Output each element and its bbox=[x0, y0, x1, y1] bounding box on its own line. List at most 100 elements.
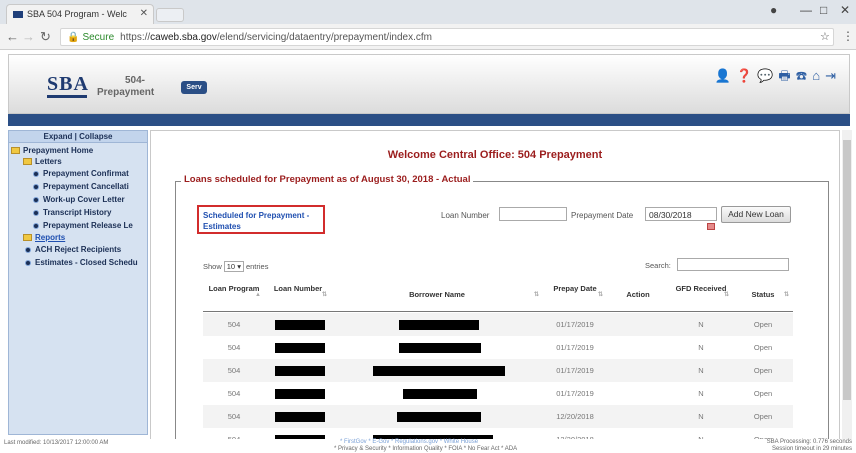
add-new-loan-button[interactable]: Add New Loan bbox=[721, 206, 791, 223]
redacted-loan-number bbox=[275, 320, 325, 330]
redacted-loan-number bbox=[275, 389, 325, 399]
minimize-icon[interactable]: — bbox=[800, 3, 812, 17]
table-row[interactable]: 504 01/17/2019 N Open bbox=[203, 359, 793, 382]
cell-status: Open bbox=[753, 320, 773, 329]
browser-tab-bar: SBA 504 Program - Welc ✕ ● — □ ✕ bbox=[0, 0, 856, 24]
tree-item-reports[interactable]: Reports bbox=[9, 232, 147, 243]
maximize-icon[interactable]: □ bbox=[820, 3, 827, 17]
header-icon-bar: 👤❓💬🖶☎⌂⇥ bbox=[715, 67, 841, 89]
close-window-icon[interactable]: ✕ bbox=[840, 3, 850, 17]
cell-program: 504 bbox=[227, 412, 241, 421]
tree-item-transcript-history[interactable]: Transcript History bbox=[9, 206, 147, 219]
tree-item-letters[interactable]: Letters bbox=[9, 156, 147, 167]
chat-icon[interactable]: 💬 bbox=[757, 68, 778, 83]
scheduled-estimates-link[interactable]: Scheduled for Prepayment - Estimates bbox=[197, 205, 325, 234]
bullet-icon bbox=[33, 209, 39, 216]
tree-item-work-up-cover-letter[interactable]: Work-up Cover Letter bbox=[9, 193, 147, 206]
phone-icon[interactable]: ☎ bbox=[796, 68, 813, 83]
serv-button[interactable]: Serv bbox=[181, 81, 207, 94]
column-header-borrower-name[interactable]: Borrower Name ⇅ bbox=[331, 278, 543, 312]
loan-number-input[interactable] bbox=[499, 207, 567, 221]
header-bar bbox=[8, 114, 850, 126]
navigation-tree: Expand | Collapse Prepayment Home Letter… bbox=[8, 130, 148, 435]
entries-select-value: 10 bbox=[226, 262, 236, 271]
cell-gfd: N bbox=[698, 366, 704, 375]
expand-link[interactable]: Expand bbox=[44, 132, 73, 141]
table-row[interactable]: 504 01/17/2019 N Open bbox=[203, 382, 793, 405]
footer-links-bottom[interactable]: * Privacy & Security * Information Quali… bbox=[334, 446, 517, 452]
tree-label: Prepayment Confirmat bbox=[43, 169, 129, 178]
url-field[interactable]: 🔒 Secure https://caweb.sba.gov/elend/servi… bbox=[60, 28, 834, 46]
forward-icon[interactable]: → bbox=[22, 29, 35, 44]
tree-item-prepayment-home[interactable]: Prepayment Home bbox=[9, 145, 147, 156]
sort-icon: ▲ bbox=[255, 292, 261, 298]
new-tab-button[interactable] bbox=[156, 8, 184, 22]
tree-item-prepayment-confirmation[interactable]: Prepayment Confirmat bbox=[9, 167, 147, 180]
tree-expand-collapse: Expand | Collapse bbox=[9, 131, 147, 143]
column-header-status[interactable]: Status ⇅ bbox=[733, 278, 793, 312]
print-icon[interactable]: 🖶 bbox=[778, 68, 795, 83]
bullet-icon bbox=[33, 196, 39, 203]
entries-select[interactable]: 10 ▾ bbox=[223, 261, 244, 272]
column-label: Status bbox=[751, 290, 775, 299]
browser-tab[interactable]: SBA 504 Program - Welc ✕ bbox=[6, 4, 154, 24]
column-header-gfd-received[interactable]: GFD Received ⇅ bbox=[669, 278, 733, 312]
cell-prepay-date: 01/17/2019 bbox=[556, 366, 594, 375]
account-icon[interactable]: ● bbox=[770, 3, 777, 17]
reload-icon[interactable]: ↻ bbox=[40, 29, 51, 45]
tree-label: Reports bbox=[35, 233, 66, 242]
column-label: Prepay Date bbox=[553, 284, 597, 293]
cell-program: 504 bbox=[227, 343, 241, 352]
session-timeout-text: Session timeout in 29 minutes bbox=[771, 446, 852, 452]
url-host: caweb.sba.gov bbox=[150, 32, 217, 43]
tree-item-prepayment-cancellation[interactable]: Prepayment Cancellati bbox=[9, 180, 147, 193]
tree-label: Transcript History bbox=[43, 208, 112, 217]
footer-links-top[interactable]: * FirstGov * E-Gov * Regulations.gov * W… bbox=[340, 439, 478, 445]
help-icon[interactable]: ❓ bbox=[736, 68, 757, 83]
prepayment-date-input[interactable]: 08/30/2018 bbox=[645, 207, 717, 221]
column-header-prepay-date[interactable]: Prepay Date ⇅ bbox=[543, 278, 607, 312]
tree-item-estimates-closed-schedule[interactable]: Estimates - Closed Schedu bbox=[9, 256, 147, 269]
browser-menu-icon[interactable]: ⋮ bbox=[842, 29, 854, 43]
search-input[interactable] bbox=[677, 258, 789, 271]
cell-prepay-date: 12/20/2018 bbox=[556, 412, 594, 421]
sba-logo[interactable]: SBA bbox=[47, 73, 89, 98]
column-header-action[interactable]: Action bbox=[607, 278, 669, 312]
tab-title: SBA 504 Program - Welc bbox=[27, 9, 127, 19]
bullet-icon bbox=[25, 259, 31, 266]
sort-icon: ⇅ bbox=[723, 292, 729, 298]
table-row[interactable]: 504 01/17/2019 N Open bbox=[203, 313, 793, 336]
sort-icon: ⇅ bbox=[597, 292, 603, 298]
bullet-icon bbox=[33, 170, 39, 177]
cell-program: 504 bbox=[227, 389, 241, 398]
main-scrollbar[interactable] bbox=[842, 130, 852, 440]
table-row[interactable]: 504 12/20/2018 N Open bbox=[203, 405, 793, 428]
column-header-loan-program[interactable]: Loan Program ▲ bbox=[203, 278, 265, 312]
collapse-link[interactable]: Collapse bbox=[79, 132, 112, 141]
url-path: /elend/servicing/dataentry/prepayment/in… bbox=[216, 32, 432, 43]
page-footer: Last modified: 10/13/2017 12:00:00 AM * … bbox=[0, 439, 856, 453]
cell-gfd: N bbox=[698, 389, 704, 398]
cell-status: Open bbox=[753, 343, 773, 352]
redacted-borrower-name bbox=[397, 412, 481, 422]
user-icon[interactable]: 👤 bbox=[715, 68, 736, 83]
tree-label: Letters bbox=[35, 157, 62, 166]
logout-icon[interactable]: ⇥ bbox=[825, 68, 841, 83]
cell-gfd: N bbox=[698, 343, 704, 352]
tree-item-prepayment-release-letter[interactable]: Prepayment Release Le bbox=[9, 219, 147, 232]
table-row[interactable]: 504 01/17/2019 N Open bbox=[203, 336, 793, 359]
scrollbar-thumb[interactable] bbox=[843, 140, 851, 400]
bookmark-star-icon[interactable]: ☆ bbox=[820, 30, 830, 43]
close-tab-icon[interactable]: ✕ bbox=[140, 8, 148, 19]
column-header-loan-number[interactable]: Loan Number ⇅ bbox=[265, 278, 331, 312]
home-icon[interactable]: ⌂ bbox=[812, 68, 825, 83]
cell-prepay-date: 01/17/2019 bbox=[556, 343, 594, 352]
tree-item-ach-reject-recipients[interactable]: ACH Reject Recipients bbox=[9, 243, 147, 256]
loans-legend: Loans scheduled for Prepayment as of Aug… bbox=[181, 174, 474, 185]
address-bar-row: ← → ↻ 🔒 Secure https://caweb.sba.gov/elend… bbox=[0, 24, 856, 50]
back-icon[interactable]: ← bbox=[6, 29, 19, 44]
folder-icon bbox=[23, 158, 32, 166]
calendar-icon[interactable] bbox=[707, 223, 715, 230]
cell-status: Open bbox=[753, 412, 773, 421]
tree-label: Prepayment Cancellati bbox=[43, 182, 129, 191]
